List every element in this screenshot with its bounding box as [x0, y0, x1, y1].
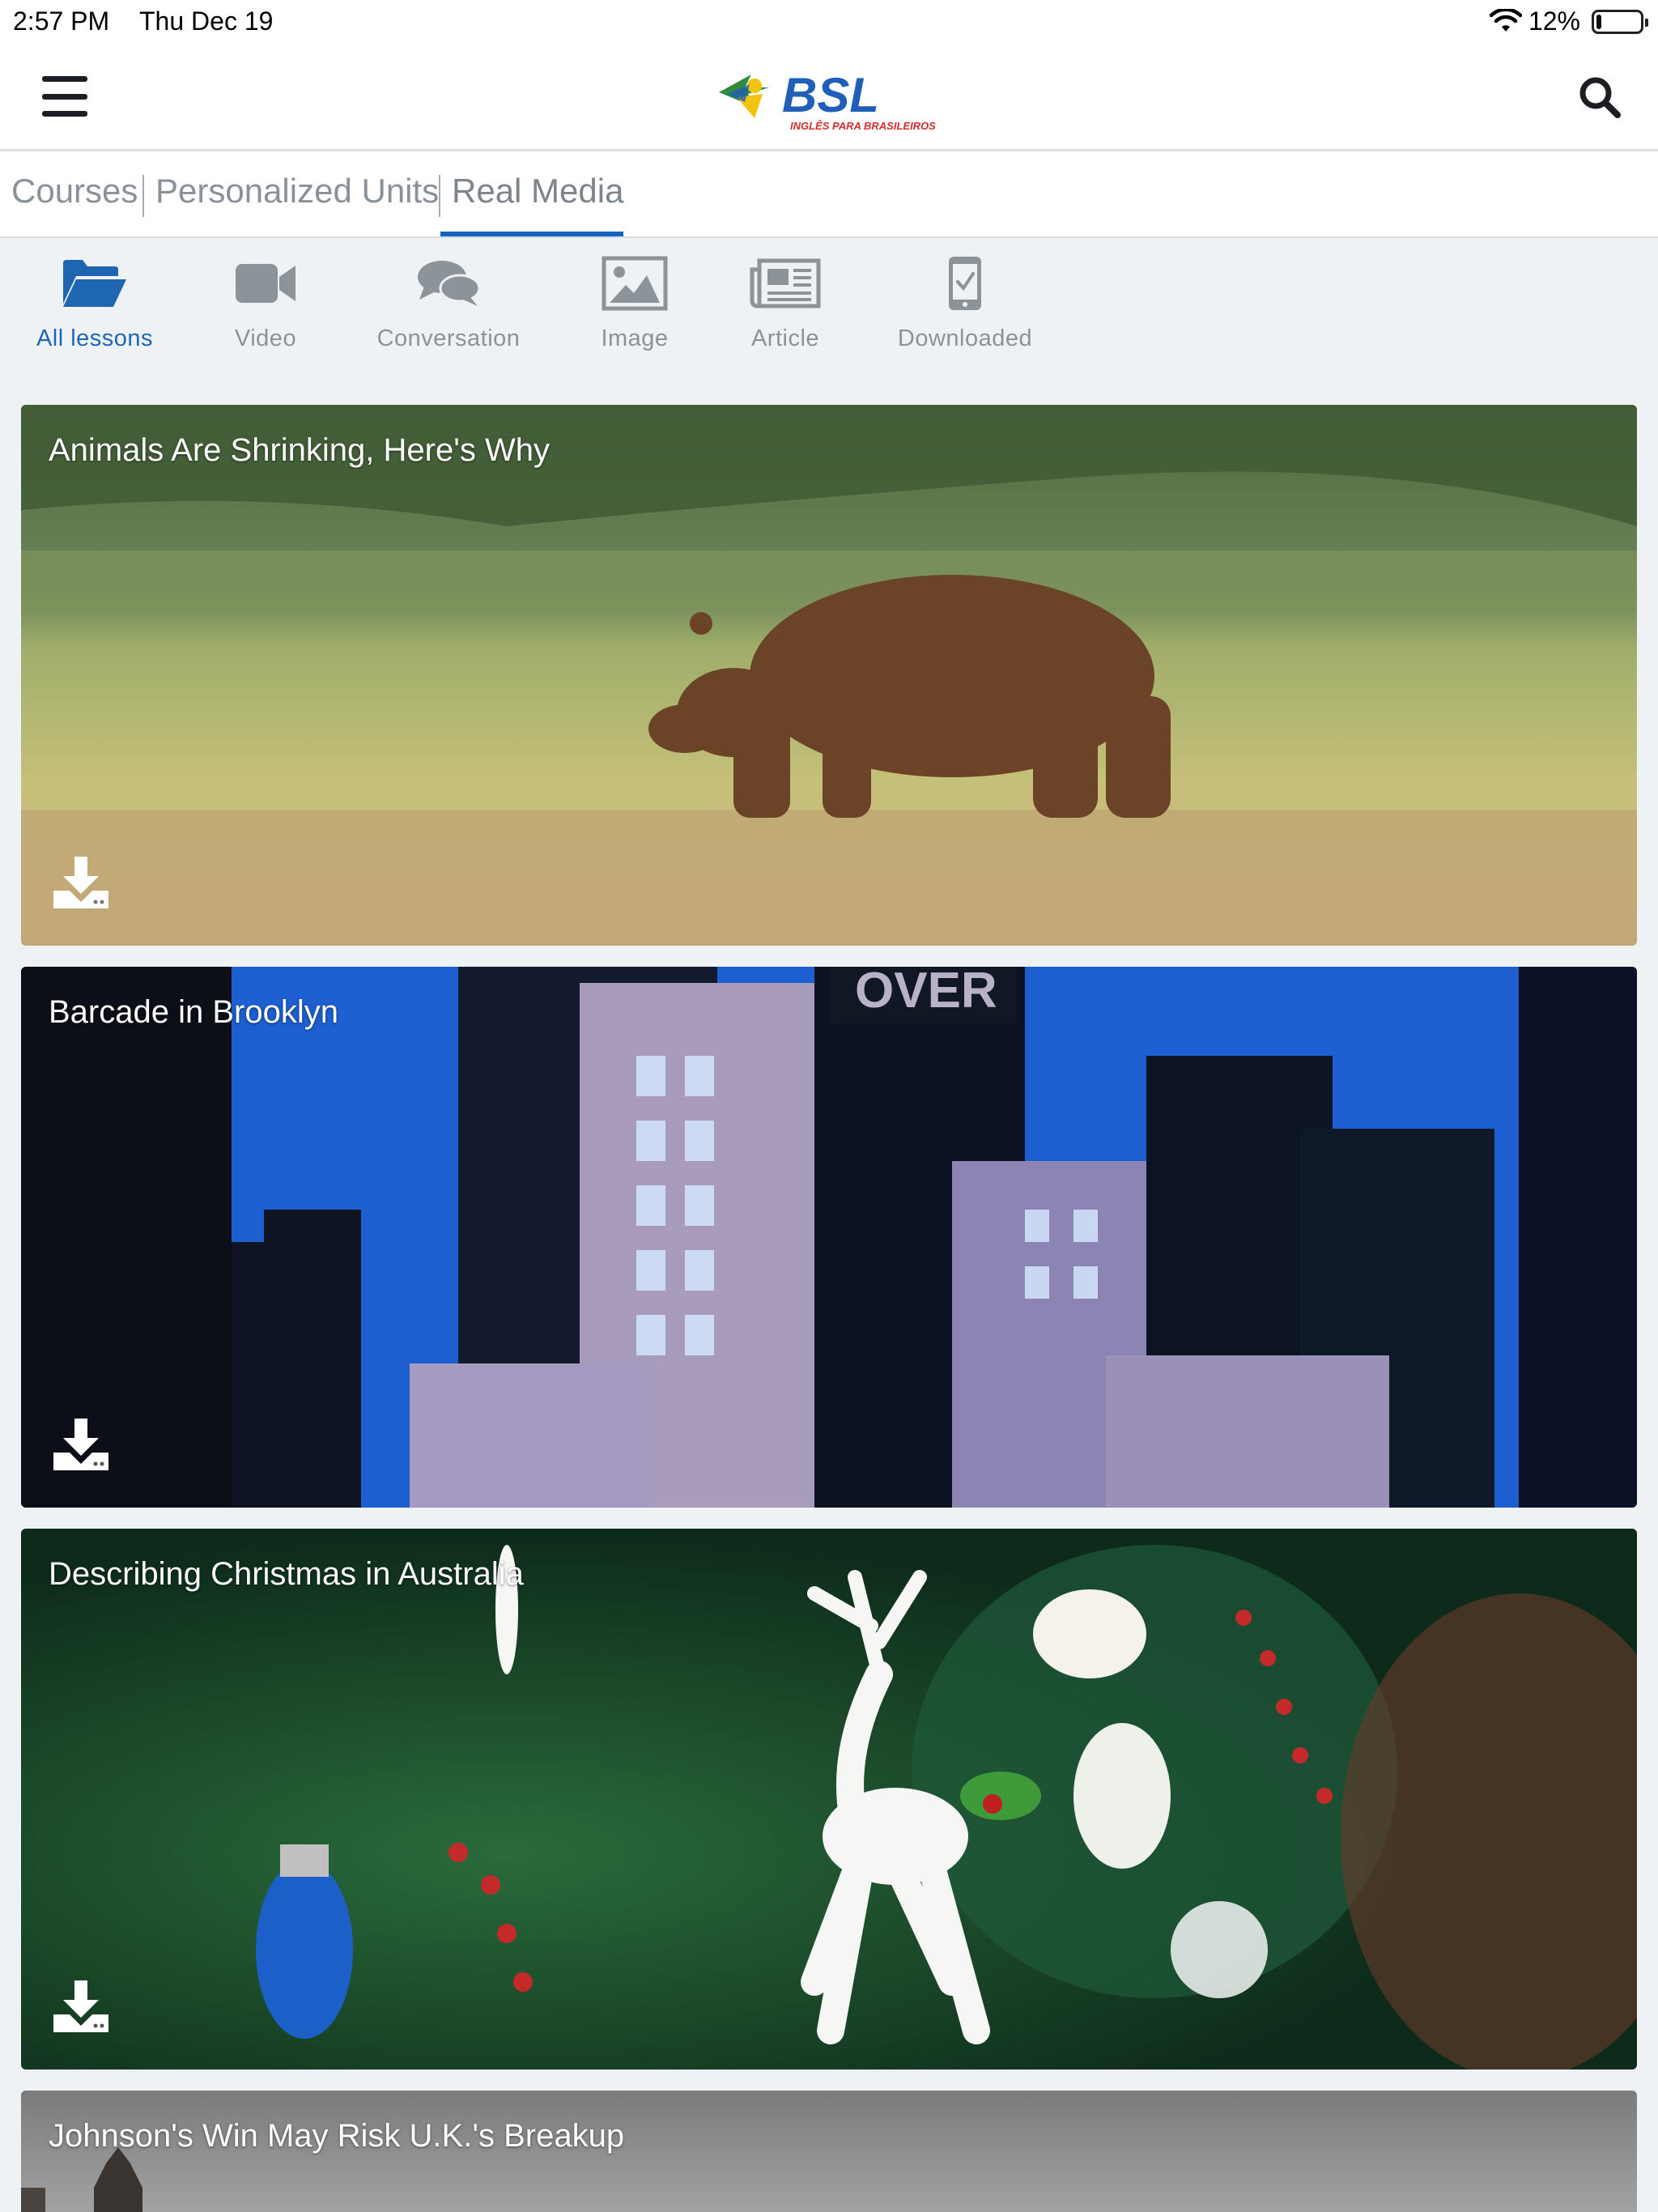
- svg-text:OVER: OVER: [855, 967, 997, 1019]
- lesson-title: Johnson's Win May Risk U.K.'s Breakup: [49, 2118, 625, 2154]
- lesson-thumbnail: OVER: [21, 967, 1637, 1508]
- download-icon[interactable]: [52, 1417, 110, 1472]
- filter-article[interactable]: Article: [737, 251, 834, 352]
- tab-personalized-units[interactable]: Personalized Units: [155, 172, 439, 238]
- status-bar: 2:57 PM Thu Dec 19 12%: [0, 0, 1658, 42]
- filter-all-lessons[interactable]: All lessons: [34, 251, 155, 352]
- top-tabs: Courses Personalized Units Real Media: [0, 152, 1658, 238]
- download-icon[interactable]: [52, 855, 110, 910]
- lesson-thumbnail: [21, 405, 1637, 946]
- lesson-thumbnail: [21, 1529, 1637, 2069]
- status-time: 2:57 PM: [13, 6, 110, 36]
- battery-icon: [1592, 9, 1648, 34]
- lesson-card[interactable]: Describing Christmas in Australia: [21, 1529, 1637, 2069]
- filter-video[interactable]: Video: [217, 251, 314, 352]
- filter-downloaded[interactable]: Downloaded: [884, 251, 1046, 352]
- filter-label: Video: [234, 325, 297, 351]
- tab-divider: [142, 175, 144, 217]
- lesson-title: Barcade in Brooklyn: [49, 994, 338, 1030]
- lesson-title: Describing Christmas in Australia: [49, 1556, 524, 1592]
- hamburger-menu-icon[interactable]: [42, 76, 87, 117]
- logo-tagline: INGLÊS PARA BRASILEIROS: [790, 120, 936, 132]
- newspaper-icon: [750, 258, 821, 308]
- download-icon[interactable]: [52, 1979, 110, 2034]
- status-right: 12%: [1489, 6, 1648, 36]
- filter-label: Conversation: [376, 325, 521, 351]
- status-date: Thu Dec 19: [139, 6, 274, 36]
- tab-divider: [439, 175, 440, 217]
- video-camera-icon: [236, 264, 295, 303]
- tab-courses[interactable]: Courses: [11, 172, 138, 238]
- filter-label: Article: [750, 325, 820, 351]
- picture-icon: [602, 256, 668, 311]
- logo-wordmark: BSL: [782, 68, 879, 122]
- filter-conversation[interactable]: Conversation: [368, 251, 529, 352]
- filter-image[interactable]: Image: [586, 251, 683, 352]
- lesson-card[interactable]: Animals Are Shrinking, Here's Why: [21, 405, 1637, 946]
- chat-bubbles-icon: [418, 261, 481, 306]
- battery-percent: 12%: [1528, 6, 1580, 36]
- bsl-logo: BSL INGLÊS PARA BRASILEIROS: [719, 68, 936, 132]
- search-icon[interactable]: [1577, 74, 1622, 120]
- app-header: BSL INGLÊS PARA BRASILEIROS: [0, 42, 1658, 151]
- lesson-title: Animals Are Shrinking, Here's Why: [49, 432, 550, 468]
- wifi-icon: [1489, 8, 1522, 32]
- filter-label: Downloaded: [897, 325, 1033, 351]
- lesson-card[interactable]: Johnson's Win May Risk U.K.'s Breakup: [21, 2091, 1637, 2212]
- lesson-type-filters: All lessons Video Conversation Image Art…: [0, 240, 1658, 369]
- lesson-card[interactable]: OVER Barcade in Brooklyn: [21, 967, 1637, 1508]
- tab-real-media[interactable]: Real Media: [452, 172, 623, 238]
- filter-label: Image: [601, 325, 669, 351]
- folder-open-icon: [63, 260, 126, 307]
- phone-check-icon: [949, 257, 981, 310]
- active-tab-indicator: [440, 232, 623, 236]
- filter-label: All lessons: [36, 325, 154, 351]
